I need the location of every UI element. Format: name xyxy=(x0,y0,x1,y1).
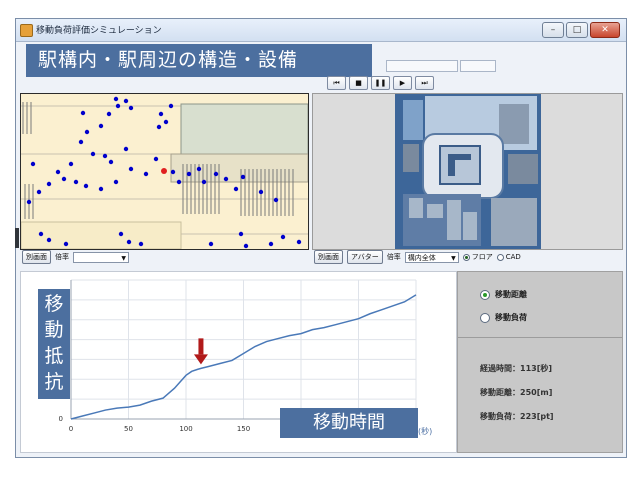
x-axis-label: 移動時間 xyxy=(280,408,418,438)
right-zoom-value: 構内全体 xyxy=(407,253,436,262)
metric-panel: 移動距離 移動負荷 経過時間：113[秒] 移動距離：250[m] 移動負荷：2… xyxy=(457,271,623,453)
left-zoom-select[interactable]: ▼ xyxy=(73,251,129,263)
maximize-button[interactable]: □ xyxy=(566,22,588,38)
radio-unselected-icon xyxy=(496,253,504,261)
avatar-button[interactable]: アバター xyxy=(347,250,383,264)
x-tick-label: 100 xyxy=(179,425,192,433)
divider xyxy=(458,337,622,338)
left-popup-button[interactable]: 別画面 xyxy=(22,250,51,264)
section-banner: 駅構内・駅周辺の構造・設備 xyxy=(26,44,372,77)
window-edge xyxy=(15,228,19,248)
cad-radio[interactable]: CAD xyxy=(496,253,521,261)
load-radio[interactable]: 移動負荷 xyxy=(480,312,527,323)
load-radio-label: 移動負荷 xyxy=(495,313,527,322)
chevron-down-icon: ▼ xyxy=(451,254,456,262)
time-field[interactable] xyxy=(386,60,458,72)
y-axis-label: 移動抵抗 xyxy=(38,289,70,399)
distance-radio-label: 移動距離 xyxy=(495,290,527,299)
first-frame-button[interactable]: ⏮ xyxy=(327,76,346,90)
elapsed-time: 経過時間：113[秒] xyxy=(480,364,553,373)
floor-radio-label: フロア xyxy=(471,253,493,261)
pause-button[interactable]: ❚❚ xyxy=(371,76,390,90)
selected-agent-marker[interactable] xyxy=(161,168,167,174)
x-unit-label: (秒) xyxy=(418,427,433,436)
play-button[interactable]: ▶ xyxy=(393,76,412,90)
window-title: 移動負荷評価シミュレーション xyxy=(36,26,162,36)
distance-radio[interactable]: 移動距離 xyxy=(480,289,527,300)
floor-radio[interactable]: フロア xyxy=(462,252,493,262)
radio-selected-icon xyxy=(462,253,470,261)
minimize-button[interactable]: – xyxy=(542,22,564,38)
x-tick-label: 150 xyxy=(237,425,250,433)
x-tick-label: 50 xyxy=(124,425,133,433)
x-tick-label: 0 xyxy=(69,425,73,433)
right-zoom-label: 倍率 xyxy=(386,253,401,261)
title-bar: 移動負荷評価シミュレーション – □ ✕ xyxy=(16,19,626,42)
app-icon xyxy=(20,24,33,37)
plan-view[interactable] xyxy=(20,93,309,250)
speed-field[interactable] xyxy=(460,60,496,72)
travel-distance: 移動距離：250[m] xyxy=(480,388,553,397)
annotation-arrow-shaft xyxy=(198,338,204,355)
overview-map xyxy=(313,94,622,249)
right-panel-controls: 別画面 アバター 倍率 構内全体 ▼ フロア CAD xyxy=(314,249,521,265)
close-button[interactable]: ✕ xyxy=(590,22,620,38)
left-panel-controls: 別画面 倍率 ▼ xyxy=(22,249,129,265)
right-popup-button[interactable]: 別画面 xyxy=(314,250,343,264)
left-zoom-label: 倍率 xyxy=(55,253,69,261)
radio-unselected-icon xyxy=(480,312,490,323)
time-strip xyxy=(386,60,556,72)
right-zoom-select[interactable]: 構内全体 ▼ xyxy=(404,251,459,263)
cad-radio-label: CAD xyxy=(505,253,521,261)
radio-selected-icon xyxy=(480,289,490,300)
chevron-down-icon: ▼ xyxy=(121,254,126,262)
stop-button[interactable]: ■ xyxy=(349,76,368,90)
travel-load: 移動負荷：223[pt] xyxy=(480,412,554,421)
window-controls: – □ ✕ xyxy=(542,22,620,38)
plan-map xyxy=(21,96,308,249)
playback-controls: ⏮ ■ ❚❚ ▶ ⏭ xyxy=(327,76,434,90)
overview-view[interactable] xyxy=(312,93,623,250)
last-frame-button[interactable]: ⏭ xyxy=(415,76,434,90)
y-tick-label: 0 xyxy=(59,415,63,423)
